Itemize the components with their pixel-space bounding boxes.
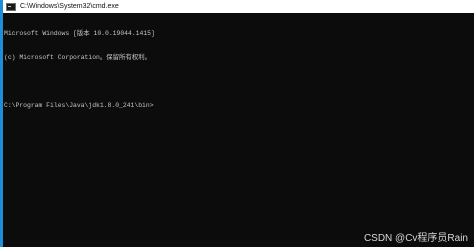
console-prompt[interactable]: C:\Program Files\Java\jdk1.8.0_241\bin>: [4, 102, 464, 110]
title-bar[interactable]: C:\Windows\System32\cmd.exe: [3, 0, 474, 13]
console-line-version: Microsoft Windows [版本 10.0.19044.1415]: [4, 30, 155, 37]
cmd-console-icon: [6, 2, 16, 11]
vertical-scrollbar[interactable]: [466, 13, 474, 247]
csdn-watermark: CSDN @Cv程序员Rain: [363, 233, 468, 244]
console-line-copyright: (c) Microsoft Corporation。保留所有权利。: [4, 54, 151, 61]
cmd-window: C:\Windows\System32\cmd.exe Microsoft Wi…: [0, 0, 474, 247]
console-output[interactable]: Microsoft Windows [版本 10.0.19044.1415] (…: [4, 14, 464, 247]
window-title: C:\Windows\System32\cmd.exe: [20, 3, 119, 10]
